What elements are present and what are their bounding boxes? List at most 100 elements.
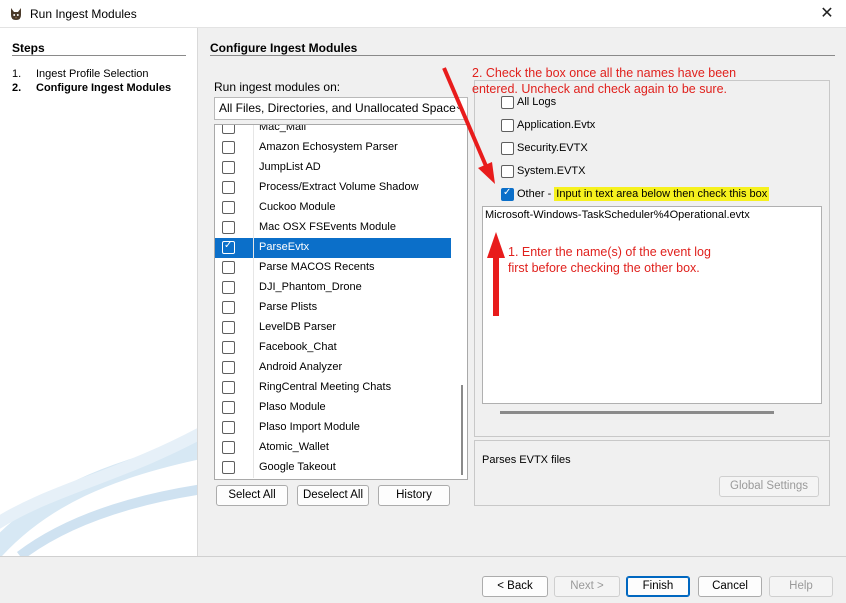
module-checkbox[interactable]	[222, 461, 235, 474]
system-label: System.EVTX	[517, 165, 586, 177]
module-checkbox[interactable]	[222, 341, 235, 354]
module-row[interactable]: LevelDB Parser	[215, 318, 451, 338]
window-title: Run Ingest Modules	[30, 7, 137, 21]
global-settings-button[interactable]: Global Settings	[719, 476, 819, 497]
module-checkbox[interactable]	[222, 221, 235, 234]
finish-button[interactable]: Finish	[626, 576, 690, 597]
module-row[interactable]: Mac_Mail	[215, 124, 451, 138]
application-label: Application.Evtx	[517, 119, 596, 131]
annotation-step-2-line2: entered. Uncheck and check again to be s…	[472, 82, 728, 96]
column-divider	[253, 398, 254, 418]
step-number: 2.	[12, 82, 22, 94]
page-title: Configure Ingest Modules	[210, 41, 358, 55]
module-name: DJI_Phantom_Drone	[259, 281, 362, 293]
module-row[interactable]: JumpList AD	[215, 158, 451, 178]
other-checkbox[interactable]	[501, 187, 514, 201]
module-row[interactable]: Process/Extract Volume Shadow	[215, 178, 451, 198]
history-button[interactable]: History	[378, 485, 450, 506]
module-name: Plaso Import Module	[259, 421, 360, 433]
help-button[interactable]: Help	[769, 576, 833, 597]
module-checkbox[interactable]	[222, 401, 235, 414]
close-icon[interactable]: ✕	[816, 4, 838, 24]
back-button[interactable]: < Back	[482, 576, 548, 597]
column-divider	[253, 158, 254, 178]
module-row[interactable]: Android Analyzer	[215, 358, 451, 378]
module-row[interactable]: Google Takeout	[215, 458, 451, 478]
module-row[interactable]: Parse Plists	[215, 298, 451, 318]
chevron-down-icon: ⌄	[454, 101, 463, 112]
other-hint: Input in text area below then check this…	[554, 187, 770, 201]
column-divider	[253, 418, 254, 438]
module-checkbox[interactable]	[222, 441, 235, 454]
module-checkbox[interactable]	[222, 421, 235, 434]
module-row[interactable]: Cuckoo Module	[215, 198, 451, 218]
module-checkbox[interactable]	[222, 141, 235, 154]
security-label: Security.EVTX	[517, 142, 588, 154]
module-checkbox[interactable]	[222, 240, 235, 254]
module-checkbox[interactable]	[222, 125, 235, 134]
module-checkbox[interactable]	[222, 201, 235, 214]
vertical-scrollbar[interactable]	[461, 385, 463, 475]
all-logs-checkbox[interactable]	[501, 96, 514, 109]
column-divider	[253, 358, 254, 378]
steps-divider	[12, 55, 186, 56]
column-divider	[253, 298, 254, 318]
module-row[interactable]: Facebook_Chat	[215, 338, 451, 358]
application-checkbox[interactable]	[501, 119, 514, 132]
module-row[interactable]: ParseEvtx	[215, 238, 451, 258]
module-description: Parses EVTX files	[482, 454, 571, 466]
module-name: RingCentral Meeting Chats	[259, 381, 392, 393]
column-divider	[253, 318, 254, 338]
event-log-names-textarea[interactable]: Microsoft-Windows-TaskScheduler%4Operati…	[482, 206, 822, 404]
module-name: LevelDB Parser	[259, 321, 337, 333]
module-row[interactable]: Plaso Import Module	[215, 418, 451, 438]
system-checkbox[interactable]	[501, 165, 514, 178]
module-name: JumpList AD	[259, 161, 321, 173]
column-divider	[253, 198, 254, 218]
module-checkbox[interactable]	[222, 161, 235, 174]
file-scope-dropdown[interactable]: All Files, Directories, and Unallocated …	[214, 97, 468, 120]
module-name: Atomic_Wallet	[259, 441, 329, 453]
annotation-step-2-line1: 2. Check the box once all the names have…	[472, 66, 737, 80]
column-divider	[253, 138, 254, 158]
deselect-all-button[interactable]: Deselect All	[297, 485, 369, 506]
module-name: Process/Extract Volume Shadow	[259, 181, 419, 193]
module-name: Facebook_Chat	[259, 341, 337, 353]
annotation-step-1: 1. Enter the name(s) of the event log fi…	[508, 244, 711, 276]
module-checkbox[interactable]	[222, 361, 235, 374]
steps-panel: Steps 1. Ingest Profile Selection 2. Confi…	[0, 28, 198, 556]
autopsy-dog-icon	[11, 8, 21, 20]
module-row[interactable]: Parse MACOS Recents	[215, 258, 451, 278]
module-checkbox[interactable]	[222, 261, 235, 274]
module-name: Google Takeout	[259, 461, 336, 473]
module-list[interactable]: Google Takeout Atomic_Wallet Plaso Import …	[214, 124, 468, 480]
column-divider	[253, 178, 254, 198]
module-row[interactable]: Amazon Echosystem Parser	[215, 138, 451, 158]
module-checkbox[interactable]	[222, 321, 235, 334]
security-checkbox[interactable]	[501, 142, 514, 155]
module-checkbox[interactable]	[222, 381, 235, 394]
horizontal-scrollbar[interactable]	[500, 411, 774, 414]
select-all-button[interactable]: Select All	[216, 485, 288, 506]
step-item-configure-modules: 2. Configure Ingest Modules	[12, 82, 171, 94]
steps-title: Steps	[12, 41, 45, 55]
module-checkbox[interactable]	[222, 181, 235, 194]
module-row[interactable]: Atomic_Wallet	[215, 438, 451, 458]
cancel-button[interactable]: Cancel	[698, 576, 762, 597]
module-name: Parse MACOS Recents	[259, 261, 375, 273]
module-checkbox[interactable]	[222, 301, 235, 314]
module-row[interactable]: DJI_Phantom_Drone	[215, 278, 451, 298]
module-row[interactable]: Plaso Module	[215, 398, 451, 418]
step-label: Configure Ingest Modules	[36, 82, 172, 94]
module-row[interactable]: RingCentral Meeting Chats	[215, 378, 451, 398]
next-button[interactable]: Next >	[554, 576, 620, 597]
column-divider	[253, 258, 254, 278]
module-row[interactable]: Mac OSX FSEvents Module	[215, 218, 451, 238]
run-on-label: Run ingest modules on:	[214, 80, 341, 94]
step-number: 1.	[12, 68, 22, 80]
module-name: ParseEvtx	[259, 241, 310, 253]
module-name: Mac_Mail	[259, 124, 307, 133]
column-divider	[253, 438, 254, 458]
title-divider	[210, 55, 835, 56]
module-checkbox[interactable]	[222, 281, 235, 294]
